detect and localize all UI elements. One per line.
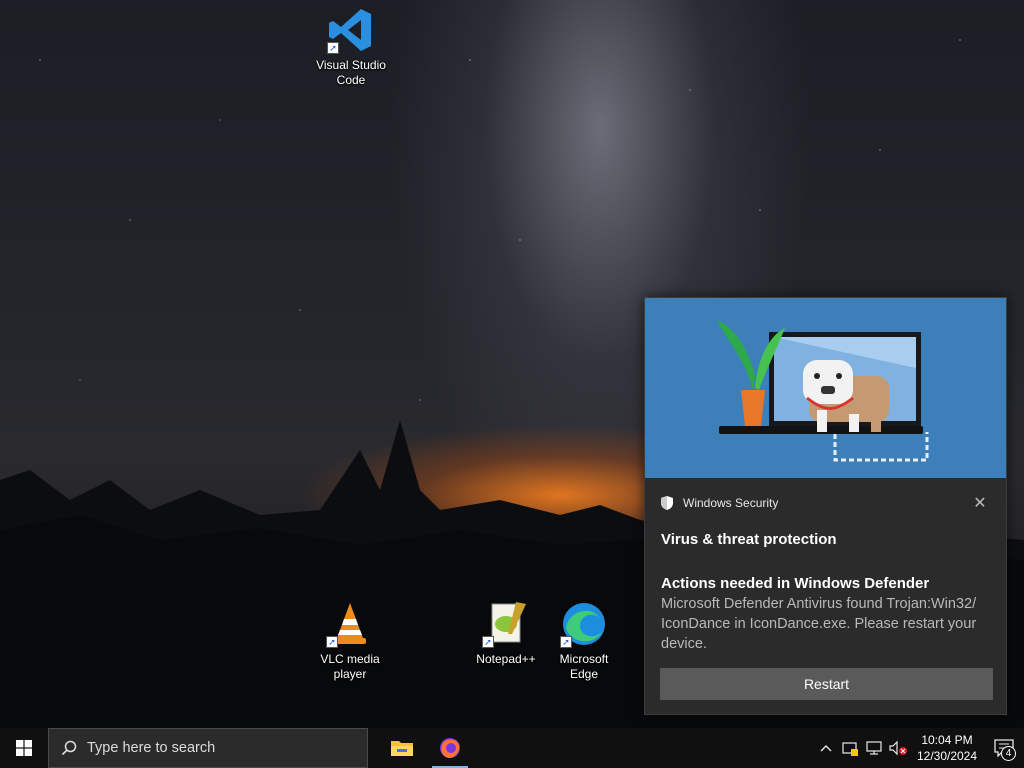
clock-date: 12/30/2024 xyxy=(916,749,978,763)
taskbar-file-explorer[interactable] xyxy=(378,728,426,768)
desktop-icon-vscode[interactable]: ➚ Visual Studio Code xyxy=(311,6,391,88)
taskbar-firefox[interactable] xyxy=(426,728,474,768)
network-icon[interactable] xyxy=(862,728,886,768)
action-center-button[interactable]: 4 xyxy=(984,728,1024,768)
desktop-icon-label: Notepad++ xyxy=(476,652,536,666)
taskbar-clock[interactable]: 10:04 PM 12/30/2024 xyxy=(910,732,984,764)
toast-app-name: Windows Security xyxy=(683,496,779,510)
desktop-icon-notepadpp[interactable]: ➚ Notepad++ xyxy=(466,600,546,667)
search-placeholder: Type here to search xyxy=(87,740,216,756)
desktop-icon-label: Visual Studio Code xyxy=(316,58,386,87)
shield-icon xyxy=(661,496,673,510)
shortcut-arrow-icon: ➚ xyxy=(326,636,338,648)
clock-time: 10:04 PM xyxy=(921,733,973,747)
vlc-icon: ➚ xyxy=(326,600,374,648)
start-button[interactable] xyxy=(0,728,48,768)
desktop-icon-vlc[interactable]: ➚ VLC media player xyxy=(310,600,390,682)
toast-hero-illustration xyxy=(645,298,1006,478)
show-hidden-icons-chevron-icon[interactable] xyxy=(814,728,838,768)
file-explorer-icon xyxy=(391,741,413,756)
search-icon xyxy=(61,740,77,756)
edge-icon: ➚ xyxy=(560,600,608,648)
toast-body: Microsoft Defender Antivirus found Troja… xyxy=(661,596,977,652)
shortcut-arrow-icon: ➚ xyxy=(560,636,572,648)
toast-header: Windows Security ✕ xyxy=(659,492,992,514)
toast-title: Virus & threat protection xyxy=(661,531,837,548)
volume-muted-icon[interactable] xyxy=(886,728,910,768)
shortcut-arrow-icon: ➚ xyxy=(482,636,494,648)
desktop-icon-label: Microsoft Edge xyxy=(559,652,609,681)
notification-count-badge: 4 xyxy=(1001,746,1016,761)
close-icon[interactable]: ✕ xyxy=(968,492,992,514)
notepadpp-icon: ➚ xyxy=(482,600,530,648)
security-notification-toast[interactable]: Windows Security ✕ Virus & threat protec… xyxy=(644,297,1007,715)
restart-button[interactable]: Restart xyxy=(660,668,993,700)
taskbar: Type here to search 10:04 PM 12/30/2024 … xyxy=(0,728,1024,768)
shortcut-arrow-icon: ➚ xyxy=(327,42,339,54)
desktop-icon-edge[interactable]: ➚ Microsoft Edge xyxy=(544,600,624,682)
windows-logo-icon xyxy=(16,740,32,756)
vscode-icon: ➚ xyxy=(327,6,375,54)
desktop-icon-label: VLC media player xyxy=(320,652,380,681)
taskbar-search-box[interactable]: Type here to search xyxy=(48,728,368,768)
security-status-icon[interactable] xyxy=(838,728,862,768)
firefox-icon xyxy=(440,738,460,758)
toast-heading: Actions needed in Windows Defender xyxy=(661,575,930,592)
system-tray: 10:04 PM 12/30/2024 4 xyxy=(814,728,1024,768)
